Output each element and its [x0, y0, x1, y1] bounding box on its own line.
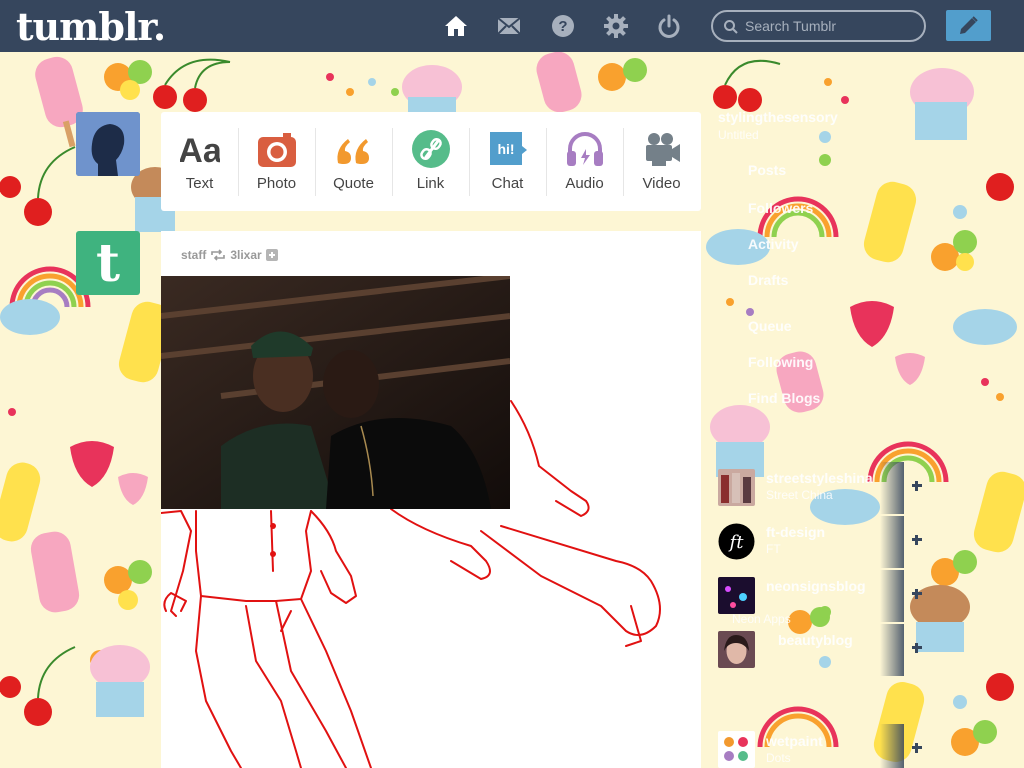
post-audio-label: Audio: [565, 175, 604, 192]
follow-button: [880, 724, 922, 768]
compose-post-button[interactable]: [946, 10, 991, 41]
recommended-blog-sub: Street China: [766, 488, 833, 502]
post-type-bar: Aa Text Photo Quote Link hi! Chat Audio …: [161, 112, 701, 211]
search-input[interactable]: [745, 17, 915, 35]
help-icon[interactable]: ?: [551, 14, 575, 38]
post-photo[interactable]: [161, 276, 510, 509]
follow-plus-icon[interactable]: [910, 479, 924, 493]
sidebar-item-queue[interactable]: Queue: [748, 318, 792, 334]
svg-text:hi!: hi!: [497, 141, 514, 157]
chat-bubble-icon: hi!: [490, 132, 527, 165]
follow-plus-icon[interactable]: [910, 533, 924, 547]
svg-text:t: t: [96, 233, 120, 294]
sidebar-item-activity[interactable]: Activity: [748, 236, 799, 252]
tumblr-t-icon: t: [96, 233, 120, 294]
link-chain-icon: [412, 130, 450, 168]
post-link-button[interactable]: Link: [392, 112, 469, 211]
sidebar-item-posts[interactable]: Posts: [748, 162, 786, 178]
default-avatar-silhouette-icon: [76, 112, 140, 176]
pencil-icon: [960, 16, 978, 34]
recommended-blog-sub: FT: [766, 542, 781, 556]
dashboard-post: staff 3lixar: [161, 231, 701, 768]
follow-button: [880, 624, 922, 676]
post-text-button[interactable]: Aa Text: [161, 112, 238, 211]
recommended-avatar[interactable]: [718, 469, 755, 506]
home-icon[interactable]: [444, 14, 468, 38]
svg-text:ft: ft: [728, 532, 745, 553]
sidebar-item-find-blogs[interactable]: Find Blogs: [748, 390, 820, 406]
post-chat-button[interactable]: hi! Chat: [469, 112, 546, 211]
sidebar-blog-name[interactable]: stylingthesensory: [718, 109, 838, 125]
post-quote-label: Quote: [333, 175, 374, 192]
text-aa-icon: Aa: [180, 132, 220, 169]
recommended-blog-name[interactable]: streetstyleshina: [766, 470, 873, 486]
recommended-avatar[interactable]: [718, 577, 755, 614]
sidebar-item-drafts[interactable]: Drafts: [748, 272, 788, 288]
follow-button: [880, 462, 922, 514]
recommended-blog-name[interactable]: neonsignsblog: [766, 578, 866, 594]
follow-button: [880, 570, 922, 622]
recommended-avatar[interactable]: [718, 631, 755, 668]
svg-text:Aa: Aa: [180, 132, 220, 169]
user-avatar[interactable]: [76, 112, 140, 176]
follow-plus-icon[interactable]: [910, 587, 924, 601]
recommended-blog-sub: Dots: [766, 751, 791, 765]
top-nav-bar: tumblr. ?: [0, 0, 1024, 52]
follow-plus-icon[interactable]: [910, 641, 924, 655]
tumblr-logo[interactable]: tumblr.: [16, 4, 166, 49]
headphones-icon: [567, 132, 603, 166]
post-chat-label: Chat: [491, 175, 524, 192]
recommended-avatar[interactable]: ft: [718, 523, 755, 560]
recommended-blog-name[interactable]: beautyblog: [778, 632, 853, 648]
camera-icon: [258, 133, 296, 167]
staff-avatar[interactable]: t: [76, 231, 140, 295]
recommended-blog-name[interactable]: wetpaint: [766, 733, 823, 749]
video-camera-icon: [646, 133, 680, 166]
follow-button: [880, 516, 922, 568]
sidebar-blog-sub: Untitled: [718, 128, 759, 142]
recommended-blog-name[interactable]: ft-design: [766, 524, 825, 540]
follow-plus-icon[interactable]: [910, 741, 924, 755]
search-icon: [724, 20, 738, 34]
post-video-button[interactable]: Video: [623, 112, 700, 211]
post-audio-button[interactable]: Audio: [546, 112, 623, 211]
search-box: [711, 10, 926, 42]
post-photo-label: Photo: [256, 175, 297, 192]
post-link-label: Link: [416, 175, 445, 192]
settings-gear-icon[interactable]: [604, 14, 628, 38]
svg-text:?: ?: [558, 18, 567, 35]
post-photo-button[interactable]: Photo: [238, 112, 315, 211]
messages-icon[interactable]: [497, 14, 521, 38]
post-text-label: Text: [185, 175, 214, 192]
sidebar-item-followers[interactable]: Followers: [748, 200, 813, 216]
quote-marks-icon: [337, 139, 369, 164]
recommended-avatar[interactable]: [718, 731, 755, 768]
recommended-blog-sub: Neon Apps: [732, 612, 791, 626]
post-quote-button[interactable]: Quote: [315, 112, 392, 211]
post-video-label: Video: [642, 175, 681, 192]
logout-power-icon[interactable]: [657, 14, 681, 38]
sidebar-item-following[interactable]: Following: [748, 354, 813, 370]
